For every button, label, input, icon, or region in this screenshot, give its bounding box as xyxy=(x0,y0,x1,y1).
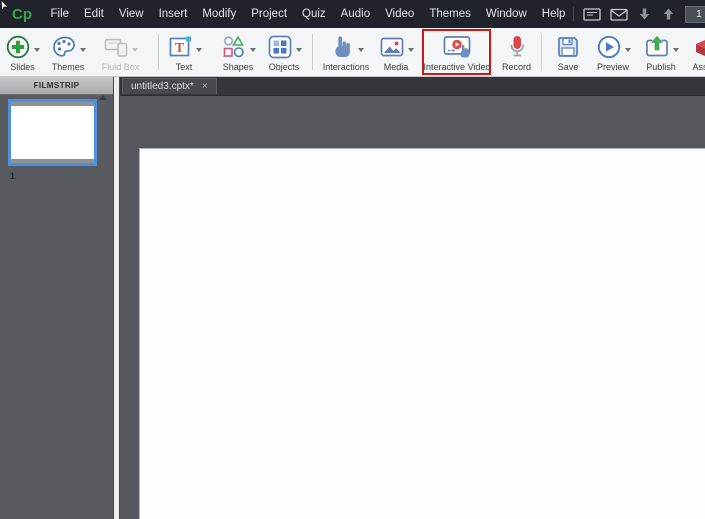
tool-shapes[interactable]: Shapes xyxy=(208,28,268,76)
menu-window[interactable]: Window xyxy=(478,8,534,20)
tool-media[interactable]: Media xyxy=(370,28,422,76)
chevron-down-icon[interactable] xyxy=(358,48,364,55)
big-button-toolbar: Slides Themes Fluid Box T Text Shapes Ob… xyxy=(0,28,705,77)
palette-icon xyxy=(51,34,77,60)
tool-label: Preview xyxy=(597,62,629,72)
menu-modify[interactable]: Modify xyxy=(195,8,244,20)
tool-label: Assets xyxy=(692,62,705,72)
tool-publish[interactable]: Publish xyxy=(637,28,685,76)
document-tab-bar: untitled3.cptx* × xyxy=(120,77,705,96)
menu-bar: Cp File Edit View Insert Modify Project … xyxy=(0,0,705,28)
captivate-window: Cp File Edit View Insert Modify Project … xyxy=(0,0,705,519)
objects-grid-icon xyxy=(267,34,293,60)
interactive-video-icon xyxy=(442,34,472,60)
chevron-down-icon[interactable] xyxy=(673,48,679,55)
assets-box-icon xyxy=(693,34,705,60)
filmstrip-header: FILMSTRIP xyxy=(0,77,113,95)
menubar-right-controls: 1 / 1 100 Live Chat xyxy=(573,6,705,23)
toolbar-separator xyxy=(312,34,313,70)
floppy-disk-icon xyxy=(555,34,581,60)
tool-text[interactable]: T Text xyxy=(162,28,206,76)
document-tab[interactable]: untitled3.cptx* × xyxy=(122,78,217,94)
slide-stage[interactable] xyxy=(139,148,705,519)
menu-themes[interactable]: Themes xyxy=(422,8,479,20)
captivate-logo: Cp xyxy=(12,6,32,23)
tool-interactive-video[interactable]: Interactive Video xyxy=(423,28,491,76)
menu-edit[interactable]: Edit xyxy=(77,8,112,20)
chevron-down-icon[interactable] xyxy=(625,48,631,55)
media-image-icon xyxy=(379,34,405,60)
thumbnail-letterbox-top xyxy=(11,102,94,106)
filmstrip-panel: FILMSTRIP 1 xyxy=(0,77,113,519)
tool-label: Publish xyxy=(646,62,676,72)
tool-objects[interactable]: Objects xyxy=(260,28,308,76)
publish-arrow-icon xyxy=(644,34,670,60)
chevron-down-icon[interactable] xyxy=(296,48,302,55)
screen-icon[interactable] xyxy=(583,6,601,23)
toolbar-separator xyxy=(541,34,542,70)
tool-label: Interactive Video xyxy=(424,62,491,72)
tool-interactions[interactable]: Interactions xyxy=(315,28,377,76)
tool-label: Text xyxy=(176,62,193,72)
tool-label: Slides xyxy=(10,62,35,72)
chevron-down-icon xyxy=(132,48,138,55)
tool-themes[interactable]: Themes xyxy=(45,28,91,76)
tool-label: Shapes xyxy=(223,62,254,72)
menubar-separator xyxy=(573,7,574,21)
document-tab-label: untitled3.cptx* xyxy=(131,81,194,92)
tool-label: Fluid Box xyxy=(102,62,140,72)
microphone-icon xyxy=(504,34,530,60)
toolbar-separator xyxy=(158,34,159,70)
chevron-down-icon[interactable] xyxy=(196,48,202,55)
plus-circle-icon xyxy=(5,34,31,60)
svg-text:T: T xyxy=(174,41,184,56)
tool-assets[interactable]: Assets xyxy=(686,28,705,76)
tab-close-icon[interactable]: × xyxy=(202,82,208,92)
previous-slide-down-arrow-icon[interactable] xyxy=(637,7,652,21)
tool-record[interactable]: Record xyxy=(493,28,540,76)
slide-thumbnail[interactable] xyxy=(8,99,97,166)
mouse-cursor xyxy=(0,0,9,11)
slide-number-input[interactable]: 1 xyxy=(685,6,705,23)
next-slide-up-arrow-icon[interactable] xyxy=(661,7,676,21)
chevron-down-icon[interactable] xyxy=(34,48,40,55)
shapes-icon xyxy=(221,34,247,60)
menu-quiz[interactable]: Quiz xyxy=(295,8,334,20)
tool-label: Save xyxy=(558,62,579,72)
menu-video[interactable]: Video xyxy=(378,8,422,20)
tool-label: Interactions xyxy=(323,62,370,72)
menu-file[interactable]: File xyxy=(43,8,77,20)
tool-label: Record xyxy=(502,62,531,72)
fluid-box-icon xyxy=(103,34,129,60)
menu-help[interactable]: Help xyxy=(534,8,573,20)
menu-audio[interactable]: Audio xyxy=(333,8,377,20)
panel-divider[interactable] xyxy=(113,77,120,519)
work-area: untitled3.cptx* × xyxy=(120,77,705,519)
tool-label: Themes xyxy=(52,62,85,72)
text-icon: T xyxy=(167,34,193,60)
play-circle-icon xyxy=(596,34,622,60)
chevron-down-icon[interactable] xyxy=(408,48,414,55)
tool-fluid-box: Fluid Box xyxy=(92,28,149,76)
chevron-down-icon[interactable] xyxy=(80,48,86,55)
tool-slides[interactable]: Slides xyxy=(0,28,45,76)
tool-save[interactable]: Save xyxy=(545,28,591,76)
thumbnail-letterbox-bottom xyxy=(11,159,94,163)
chevron-down-icon[interactable] xyxy=(250,48,256,55)
filmstrip-scroll-up-icon[interactable] xyxy=(99,91,107,100)
menu-insert[interactable]: Insert xyxy=(151,8,195,20)
hand-pointer-icon xyxy=(329,34,355,60)
tool-label: Media xyxy=(384,62,409,72)
mail-icon[interactable] xyxy=(610,6,628,23)
menu-project[interactable]: Project xyxy=(244,8,295,20)
menu-view[interactable]: View xyxy=(111,8,151,20)
tool-label: Objects xyxy=(269,62,300,72)
menu-items: File Edit View Insert Modify Project Qui… xyxy=(43,8,573,20)
tool-preview[interactable]: Preview xyxy=(589,28,637,76)
slide-thumbnail-number: 1 xyxy=(10,171,15,181)
